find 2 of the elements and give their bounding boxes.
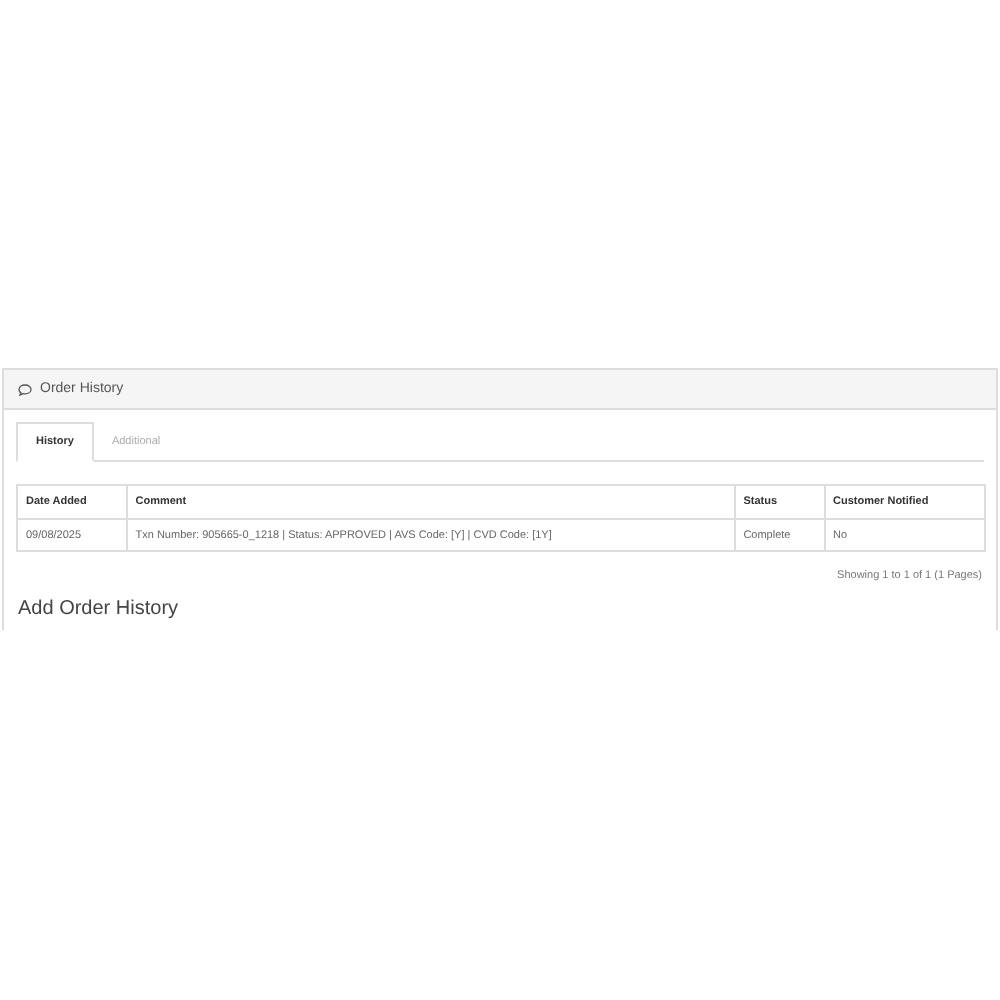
- comment-icon: [18, 383, 32, 395]
- section-title: Add Order History: [18, 598, 179, 620]
